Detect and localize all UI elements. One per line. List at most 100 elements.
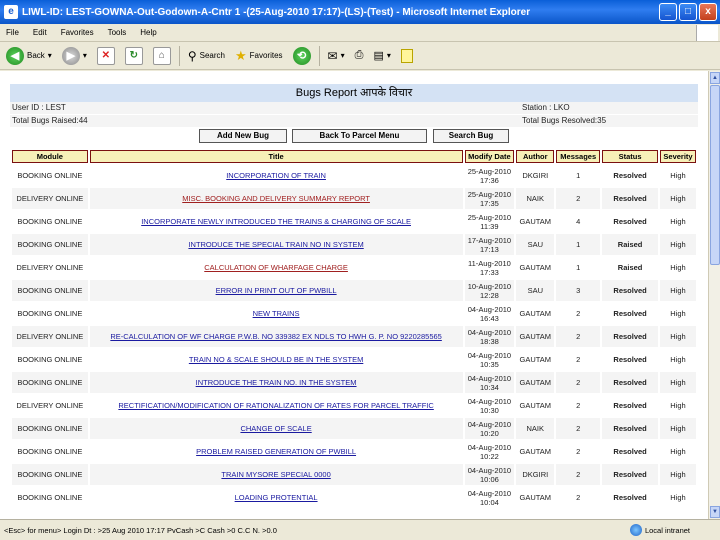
browser-content: Bugs Report आपके विचार User ID : LEST St…	[0, 71, 708, 519]
menu-help[interactable]: Help	[140, 28, 156, 37]
chevron-down-icon: ▾	[340, 51, 345, 60]
favorites-button[interactable]: ★ Favorites	[233, 45, 285, 67]
menu-edit[interactable]: Edit	[33, 28, 47, 37]
status-badge: Resolved	[602, 165, 658, 186]
bug-title-link[interactable]: NEW TRAINS	[89, 303, 463, 324]
status-badge: Resolved	[602, 487, 658, 508]
stop-button[interactable]: ✕	[95, 45, 117, 67]
table-row[interactable]: BOOKING ONLINE INTRODUCE THE TRAIN NO. IN…	[12, 372, 696, 393]
history-button[interactable]: ⟲	[291, 45, 313, 67]
menu-tools[interactable]: Tools	[108, 28, 127, 37]
table-row[interactable]: BOOKING ONLINE ERROR IN PRINT OUT OF PWBI…	[12, 280, 696, 301]
mail-button[interactable]: ✉ ▾	[326, 45, 347, 67]
status-badge: Resolved	[602, 441, 658, 462]
cell-messages: 2	[556, 395, 601, 416]
bug-title-link[interactable]: CHANGE OF SCALE	[89, 418, 463, 439]
column-header-module[interactable]: Module	[12, 150, 88, 163]
column-header-messages[interactable]: Messages	[556, 150, 601, 163]
table-row[interactable]: DELIVERY ONLINE RECTIFICATION/MODIFICATIO…	[12, 395, 696, 416]
cell-severity: High	[660, 418, 696, 439]
search-icon: ⚲	[187, 48, 197, 63]
cell-module: DELIVERY ONLINE	[12, 257, 88, 278]
scrollbar-thumb[interactable]	[710, 85, 720, 265]
back-to-parcel-menu-button[interactable]: Back To Parcel Menu	[292, 129, 427, 143]
table-row[interactable]: BOOKING ONLINE LOADING PROTENTIAL 04-Aug-2…	[12, 487, 696, 508]
scroll-down-icon[interactable]: ▼	[710, 506, 720, 518]
table-row[interactable]: DELIVERY ONLINE CALCULATION OF WHARFAGE C…	[12, 257, 696, 278]
back-button[interactable]: ◀ Back ▾	[4, 45, 54, 67]
status-badge: Resolved	[602, 418, 658, 439]
totals-row: Total Bugs Raised:44 Total Bugs Resolved…	[10, 115, 698, 127]
bug-title-link[interactable]: INCORPORATE NEWLY INTRODUCED THE TRAINS …	[89, 211, 463, 232]
bug-title-link[interactable]: RE-CALCULATION OF WF CHARGE P.W.B. NO 33…	[89, 326, 463, 347]
refresh-icon: ↻	[124, 46, 143, 65]
bug-title-link[interactable]: CALCULATION OF WHARFAGE CHARGE	[89, 257, 463, 278]
cell-messages: 1	[556, 257, 601, 278]
refresh-button[interactable]: ↻	[123, 45, 145, 67]
print-button[interactable]: ⎙	[353, 45, 366, 67]
table-row[interactable]: BOOKING ONLINE INTRODUCE THE SPECIAL TRAI…	[12, 234, 696, 255]
cell-modify-date: 04-Aug-2010 10:22	[464, 441, 515, 462]
menu-file[interactable]: File	[6, 28, 19, 37]
status-badge: Raised	[602, 257, 658, 278]
toolbar-separator	[318, 45, 320, 66]
note-button[interactable]	[399, 45, 415, 67]
cell-messages: 1	[556, 165, 601, 186]
toolbar: ◀ Back ▾ ▶ ▾ ✕ ↻ ⌂ ⚲ Search ★ Favorites …	[0, 42, 720, 70]
vertical-scrollbar[interactable]: ▲ ▼	[708, 71, 720, 519]
cell-modify-date: 25-Aug-2010 17:36	[464, 165, 515, 186]
menu-favorites[interactable]: Favorites	[61, 28, 94, 37]
bug-title-link[interactable]: LOADING PROTENTIAL	[89, 487, 463, 508]
status-badge: Resolved	[602, 464, 658, 485]
minimize-button[interactable]: _	[659, 3, 677, 21]
column-header-title[interactable]: Title	[89, 150, 463, 163]
table-row[interactable]: BOOKING ONLINE INCORPORATION OF TRAIN 25-A…	[12, 165, 696, 186]
column-header-severity[interactable]: Severity	[660, 150, 696, 163]
column-header-status[interactable]: Status	[602, 150, 658, 163]
bug-title-link[interactable]: INTRODUCE THE TRAIN NO. IN THE SYSTEM	[89, 372, 463, 393]
bug-title-link[interactable]: TRAIN NO & SCALE SHOULD BE IN THE SYSTEM	[89, 349, 463, 370]
cell-modify-date: 04-Aug-2010 10:20	[464, 418, 515, 439]
table-row[interactable]: BOOKING ONLINE TRAIN MYSORE SPECIAL 0000 0…	[12, 464, 696, 485]
cell-messages: 2	[556, 188, 601, 209]
cell-messages: 2	[556, 303, 601, 324]
status-badge: Resolved	[602, 395, 658, 416]
cell-messages: 3	[556, 280, 601, 301]
status-badge: Resolved	[602, 326, 658, 347]
add-new-bug-button[interactable]: Add New Bug	[199, 129, 287, 143]
table-row[interactable]: DELIVERY ONLINE MISC. BOOKING AND DELIVER…	[12, 188, 696, 209]
forward-button[interactable]: ▶ ▾	[60, 45, 89, 67]
edit-button[interactable]: ▤ ▾	[371, 45, 392, 67]
bug-title-link[interactable]: INTRODUCE THE SPECIAL TRAIN NO IN SYSTEM	[89, 234, 463, 255]
cell-messages: 2	[556, 487, 601, 508]
search-button[interactable]: ⚲ Search	[186, 45, 227, 67]
bug-title-link[interactable]: TRAIN MYSORE SPECIAL 0000	[89, 464, 463, 485]
close-button[interactable]: x	[699, 3, 717, 21]
maximize-button[interactable]: □	[679, 3, 697, 21]
table-row[interactable]: BOOKING ONLINE PROBLEM RAISED GENERATION …	[12, 441, 696, 462]
table-row[interactable]: DELIVERY ONLINE RE-CALCULATION OF WF CHAR…	[12, 326, 696, 347]
bug-title-link[interactable]: ERROR IN PRINT OUT OF PWBILL	[89, 280, 463, 301]
search-bug-button[interactable]: Search Bug	[433, 129, 509, 143]
bug-title-link[interactable]: RECTIFICATION/MODIFICATION OF RATIONALIZ…	[89, 395, 463, 416]
column-header-modify-date[interactable]: Modify Date	[464, 150, 515, 163]
table-row[interactable]: BOOKING ONLINE TRAIN NO & SCALE SHOULD BE…	[12, 349, 696, 370]
bug-title-link[interactable]: INCORPORATION OF TRAIN	[89, 165, 463, 186]
table-row[interactable]: BOOKING ONLINE NEW TRAINS 04-Aug-2010 16:4…	[12, 303, 696, 324]
column-header-author[interactable]: Author	[516, 150, 555, 163]
home-button[interactable]: ⌂	[151, 45, 173, 67]
bug-title-link[interactable]: MISC. BOOKING AND DELIVERY SUMMARY REPOR…	[89, 188, 463, 209]
favorites-label: Favorites	[249, 51, 283, 60]
ie-icon: e	[4, 5, 18, 19]
table-row[interactable]: BOOKING ONLINE CHANGE OF SCALE 04-Aug-2010…	[12, 418, 696, 439]
bug-title-link[interactable]: PROBLEM RAISED GENERATION OF PWBILL	[89, 441, 463, 462]
cell-module: BOOKING ONLINE	[12, 464, 88, 485]
scroll-up-icon[interactable]: ▲	[710, 72, 720, 84]
cell-severity: High	[660, 395, 696, 416]
cell-author: GAUTAM	[516, 487, 555, 508]
action-buttons: Add New Bug Back To Parcel Menu Search B…	[0, 129, 708, 143]
status-badge: Raised	[602, 234, 658, 255]
table-row[interactable]: BOOKING ONLINE INCORPORATE NEWLY INTRODUC…	[12, 211, 696, 232]
status-badge: Resolved	[602, 372, 658, 393]
cell-messages: 2	[556, 326, 601, 347]
